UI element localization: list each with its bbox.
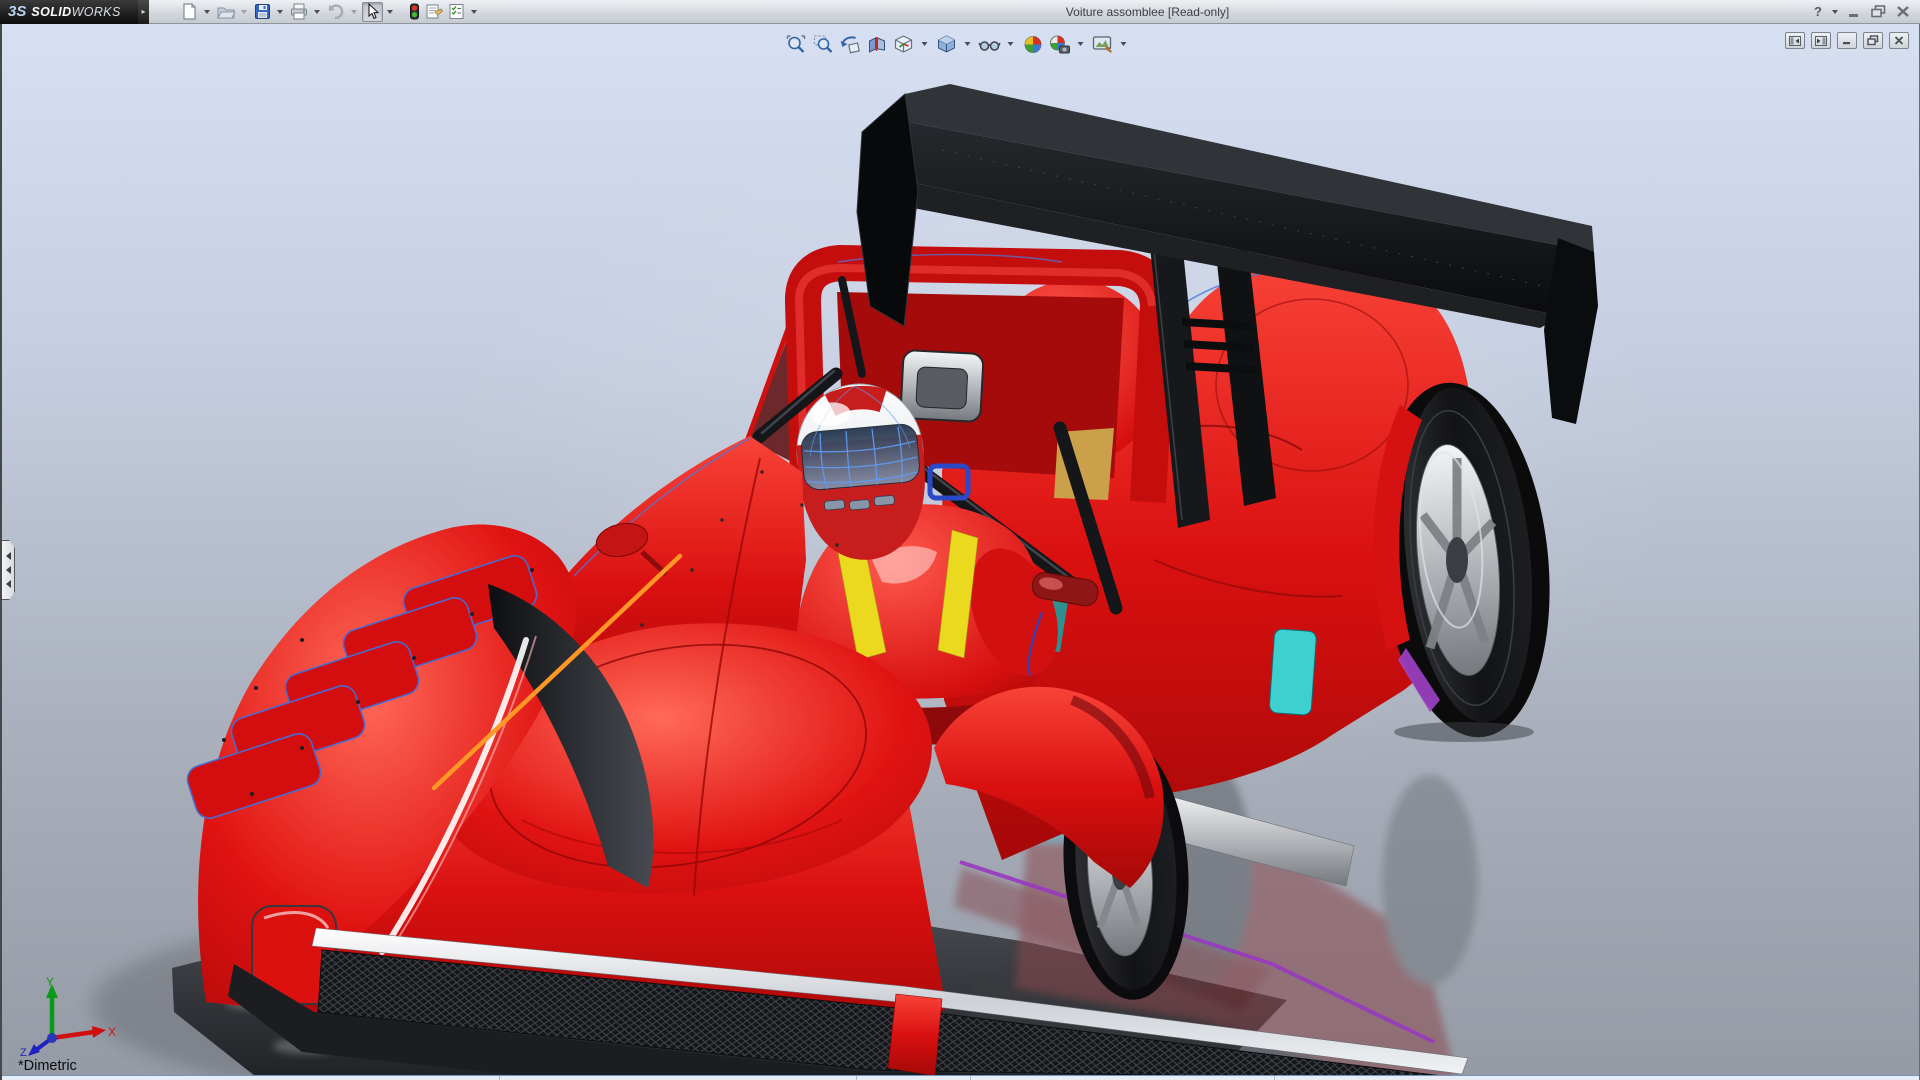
file-properties-button[interactable] bbox=[423, 2, 445, 22]
side-window-teal bbox=[1269, 628, 1317, 716]
display-style-dropdown[interactable] bbox=[964, 42, 971, 46]
new-document-dropdown[interactable] bbox=[204, 9, 210, 14]
zoom-to-area-button[interactable] bbox=[811, 32, 835, 56]
save-button[interactable] bbox=[252, 2, 273, 22]
view-settings-button[interactable] bbox=[1048, 32, 1072, 56]
document-title: Voiture assomblee [Read-only] bbox=[1065, 4, 1230, 19]
triad-z-label: Z bbox=[20, 1047, 27, 1058]
print-button[interactable] bbox=[288, 2, 310, 22]
save-floppy-icon bbox=[255, 4, 270, 19]
view-settings-dropdown[interactable] bbox=[1077, 42, 1084, 46]
minimize-document-button[interactable] bbox=[1837, 32, 1857, 49]
restore-document-button[interactable] bbox=[1863, 32, 1883, 49]
document-window-controls bbox=[1785, 32, 1909, 49]
section-view-icon bbox=[868, 36, 885, 53]
solidworks-logo-text: SOLIDWORKS bbox=[31, 4, 121, 19]
apply-scene-button[interactable] bbox=[1021, 32, 1045, 56]
rebuild-button[interactable] bbox=[407, 2, 422, 22]
section-view-button[interactable] bbox=[865, 32, 889, 56]
traffic-light-icon bbox=[410, 3, 419, 20]
chevron-left-icon bbox=[5, 580, 11, 588]
reference-triad: Y X Z bbox=[20, 976, 116, 1058]
previous-view-button[interactable] bbox=[838, 32, 862, 56]
restore-button[interactable] bbox=[1871, 5, 1886, 18]
previous-view-icon bbox=[840, 35, 860, 53]
ds-logo-mark: 3S bbox=[8, 3, 27, 20]
main-toolbar bbox=[179, 1, 481, 22]
headsup-view-toolbar bbox=[784, 32, 1131, 56]
zoom-to-fit-button[interactable] bbox=[784, 32, 808, 56]
close-document-button[interactable] bbox=[1889, 32, 1909, 49]
triad-x-label: X bbox=[108, 1025, 116, 1039]
view-orientation-button[interactable] bbox=[892, 32, 916, 56]
triad-y-label: Y bbox=[46, 976, 54, 989]
options-checklist-button[interactable] bbox=[446, 2, 467, 22]
expand-pane-button[interactable] bbox=[1811, 32, 1831, 49]
solidworks-logo: 3S SOLIDWORKS bbox=[0, 0, 138, 24]
close-button[interactable] bbox=[1896, 5, 1910, 18]
status-bar-edge bbox=[2, 1075, 1919, 1080]
view-orientation-icon bbox=[894, 34, 912, 53]
options-dropdown[interactable] bbox=[471, 9, 477, 14]
select-dropdown[interactable] bbox=[387, 9, 393, 14]
scene-options-dropdown[interactable] bbox=[1120, 42, 1127, 46]
print-dropdown[interactable] bbox=[314, 9, 320, 14]
save-dropdown[interactable] bbox=[277, 9, 283, 14]
graphics-area[interactable]: Y X Z *Dimetric bbox=[0, 24, 1920, 1080]
select-cursor-icon bbox=[368, 3, 380, 20]
undo-dropdown[interactable] bbox=[351, 9, 357, 14]
collapse-pane-button[interactable] bbox=[1785, 32, 1805, 49]
new-document-button[interactable] bbox=[179, 2, 200, 22]
minimize-button[interactable] bbox=[1848, 6, 1861, 18]
hide-show-items-dropdown[interactable] bbox=[1007, 42, 1014, 46]
wing-endplate-left bbox=[856, 93, 919, 327]
titlebar: 3S SOLIDWORKS ▸ Voiture assomblee [Read-… bbox=[0, 0, 1920, 24]
new-document-icon bbox=[183, 3, 196, 20]
open-folder-icon bbox=[217, 7, 235, 19]
help-button[interactable]: ? bbox=[1814, 4, 1822, 19]
hide-show-items-button[interactable] bbox=[978, 32, 1002, 56]
window-controls: ? bbox=[1814, 4, 1920, 19]
undo-button[interactable] bbox=[325, 2, 347, 22]
close-document-icon bbox=[1894, 36, 1904, 45]
minimize-document-icon bbox=[1843, 42, 1850, 45]
car-model-render bbox=[92, 84, 1598, 1080]
help-dropdown[interactable] bbox=[1832, 9, 1838, 14]
chevron-left-icon bbox=[5, 566, 11, 574]
collapse-pane-icon bbox=[1789, 35, 1801, 46]
display-style-icon bbox=[937, 34, 955, 53]
scene-options-icon bbox=[1092, 35, 1113, 53]
checklist-icon bbox=[449, 4, 464, 19]
select-button[interactable] bbox=[362, 1, 383, 22]
chevron-left-icon bbox=[5, 552, 11, 560]
menu-expand-arrow-icon[interactable]: ▸ bbox=[138, 0, 149, 24]
scene-options-button[interactable] bbox=[1091, 32, 1115, 56]
zoom-to-area-icon bbox=[813, 34, 832, 53]
display-style-button[interactable] bbox=[935, 32, 959, 56]
view-settings-icon bbox=[1050, 35, 1070, 53]
grille-pillar bbox=[887, 993, 943, 1077]
feature-manager-collapsed-tab[interactable] bbox=[2, 540, 15, 600]
sheet-with-hand-icon bbox=[426, 4, 443, 19]
undo-icon bbox=[329, 4, 344, 20]
restore-document-icon bbox=[1867, 35, 1879, 46]
roll-hoop-intake bbox=[899, 349, 985, 423]
eyeglasses-icon bbox=[978, 40, 1001, 51]
zoom-to-fit-icon bbox=[786, 34, 805, 53]
apply-scene-icon bbox=[1024, 35, 1041, 53]
view-orientation-label: *Dimetric bbox=[18, 1058, 77, 1074]
view-orientation-dropdown[interactable] bbox=[921, 42, 928, 46]
print-icon bbox=[291, 3, 307, 20]
open-dropdown[interactable] bbox=[241, 9, 247, 14]
open-button[interactable] bbox=[215, 2, 237, 22]
expand-pane-icon bbox=[1815, 35, 1827, 46]
